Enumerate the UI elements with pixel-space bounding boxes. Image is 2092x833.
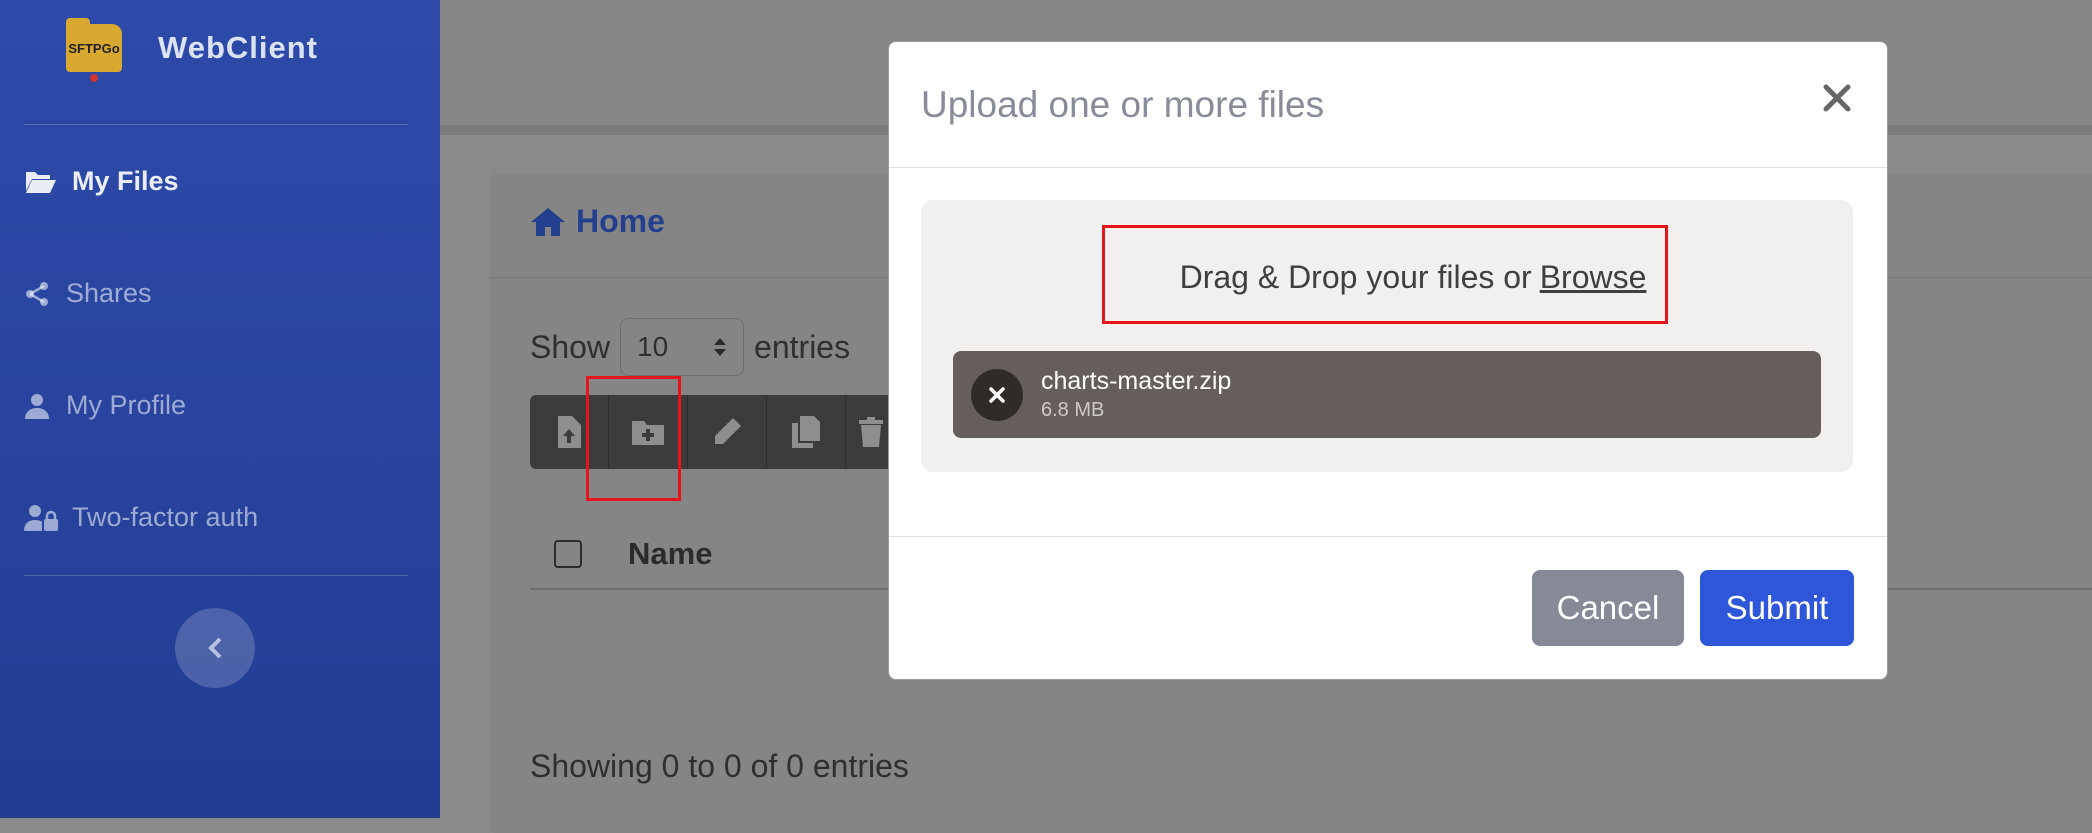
highlight-box-add-folder	[586, 376, 681, 501]
home-icon	[531, 207, 565, 236]
upload-file-icon	[558, 416, 581, 448]
user-lock-icon	[24, 504, 58, 531]
sidebar-collapse-button[interactable]	[175, 608, 255, 688]
close-icon	[1823, 84, 1851, 112]
sidebar-item-my-profile[interactable]: My Profile	[24, 390, 186, 421]
table-info: Showing 0 to 0 of 0 entries	[530, 748, 909, 784]
sidebar-item-my-files[interactable]: My Files	[24, 166, 179, 197]
modal-title: Upload one or more files	[921, 84, 1325, 125]
sidebar-item-two-factor-auth[interactable]: Two-factor auth	[24, 502, 258, 533]
show-label: Show	[530, 328, 611, 365]
rename-button[interactable]	[688, 395, 767, 469]
modal-header: Upload one or more files	[889, 42, 1887, 168]
chevron-left-icon	[208, 637, 222, 659]
sidebar-item-label: My Files	[72, 166, 179, 196]
entries-select-value: 10	[637, 331, 669, 362]
file-dropzone[interactable]: Drag & Drop your files or Browse charts-…	[921, 200, 1853, 472]
sidebar-divider	[24, 575, 408, 576]
sftpgo-logo: SFTPGo	[66, 18, 122, 82]
entries-label: entries	[754, 328, 851, 365]
remove-file-button[interactable]	[971, 369, 1023, 421]
sidebar-item-label: My Profile	[66, 390, 187, 420]
copy-icon	[792, 416, 820, 448]
modal-close-button[interactable]	[1817, 78, 1857, 118]
submit-button[interactable]: Submit	[1700, 570, 1854, 646]
brand-name: WebClient	[158, 30, 318, 65]
rename-icon	[715, 418, 741, 444]
file-list-item: charts-master.zip 6.8 MB	[953, 351, 1821, 438]
close-icon	[989, 387, 1005, 403]
brand[interactable]: SFTPGo WebClient	[66, 18, 318, 82]
cancel-button[interactable]: Cancel	[1532, 570, 1684, 646]
sort-arrows-icon	[714, 338, 727, 356]
highlight-box-browse	[1102, 225, 1668, 324]
upload-modal: Upload one or more files Drag & Drop you…	[888, 41, 1888, 680]
entries-select[interactable]: 10	[620, 318, 745, 376]
file-size: 6.8 MB	[1041, 399, 1105, 421]
column-header-name[interactable]: Name	[628, 536, 712, 572]
user-icon	[25, 393, 49, 419]
file-name: charts-master.zip	[1041, 367, 1232, 395]
sidebar-item-label: Two-factor auth	[72, 502, 259, 532]
sidebar-item-shares[interactable]: Shares	[24, 278, 152, 309]
breadcrumb-home[interactable]: Home	[530, 203, 665, 240]
page-length-control: Show 10 entries	[530, 318, 850, 376]
page-title: Home	[576, 203, 665, 239]
folder-open-icon	[26, 171, 56, 193]
select-all-checkbox[interactable]	[554, 540, 582, 568]
sidebar-item-label: Shares	[66, 278, 152, 308]
sidebar: SFTPGo WebClient My Files Shares My Prof…	[0, 0, 440, 818]
copy-button[interactable]	[767, 395, 846, 469]
delete-icon	[859, 417, 883, 447]
sidebar-divider	[24, 124, 408, 125]
file-toolbar	[530, 395, 896, 469]
modal-footer-divider	[889, 536, 1887, 537]
share-icon	[26, 281, 48, 306]
